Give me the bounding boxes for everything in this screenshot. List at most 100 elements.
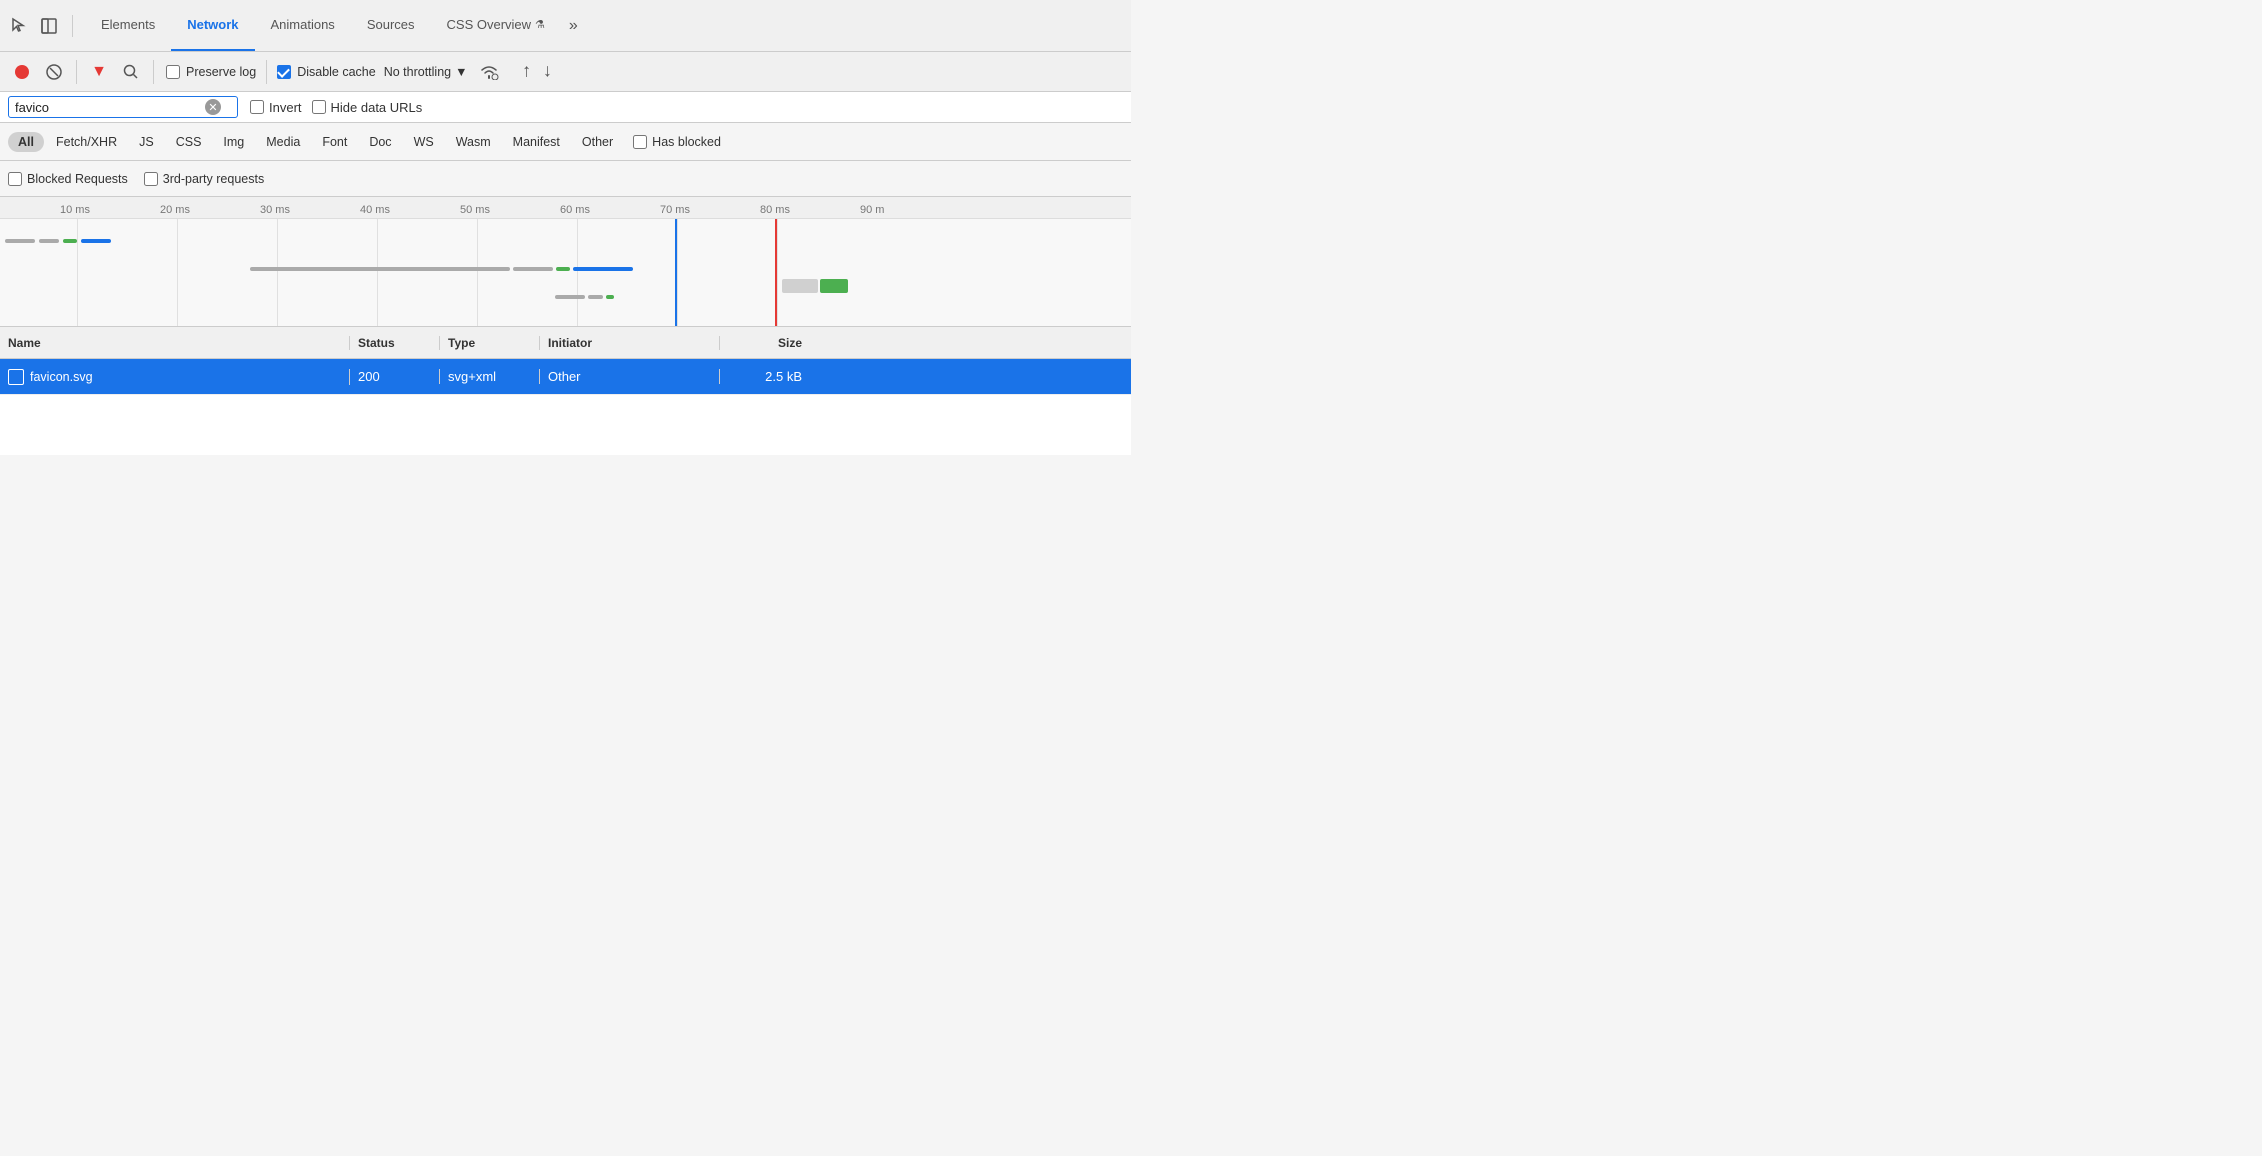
grid-line-1: [77, 219, 78, 327]
toolbar-divider-2: [153, 60, 154, 84]
tab-animations[interactable]: Animations: [255, 0, 351, 51]
preserve-log-checkbox[interactable]: [166, 65, 180, 79]
toolbar-divider-1: [76, 60, 77, 84]
network-table: Name Status Type Initiator Size favicon.…: [0, 327, 1131, 455]
type-btn-wasm[interactable]: Wasm: [446, 132, 501, 152]
wf-gray-3: [555, 295, 585, 299]
col-header-status[interactable]: Status: [350, 336, 440, 350]
blue-timeline-line: [675, 219, 677, 327]
more-tabs-button[interactable]: »: [561, 17, 586, 35]
import-button[interactable]: →: [514, 63, 535, 81]
row-type-cell: svg+xml: [440, 369, 540, 384]
wf-green-3: [606, 295, 614, 299]
third-party-option[interactable]: 3rd-party requests: [144, 172, 264, 186]
disable-cache-checkbox[interactable]: [277, 65, 291, 79]
type-btn-font[interactable]: Font: [312, 132, 357, 152]
waterfall-row-1: [0, 239, 111, 243]
tab-sources[interactable]: Sources: [351, 0, 431, 51]
search-icon: [123, 64, 139, 80]
tick-10ms: 10 ms: [60, 204, 90, 216]
tab-bar: Elements Network Animations Sources CSS …: [0, 0, 1131, 52]
clear-search-button[interactable]: ✕: [205, 99, 221, 115]
blocked-requests-option[interactable]: Blocked Requests: [8, 172, 128, 186]
wf-gray-3b: [588, 295, 603, 299]
type-btn-css[interactable]: CSS: [166, 132, 212, 152]
tab-network[interactable]: Network: [171, 0, 254, 51]
dock-icon[interactable]: [38, 15, 60, 37]
tick-90ms: 90 m: [860, 204, 884, 216]
col-header-size[interactable]: Size: [720, 336, 810, 350]
table-row[interactable]: favicon.svg 200 svg+xml Other 2.5 kB: [0, 359, 1131, 395]
wf-gray-long: [250, 267, 510, 271]
toolbar-divider-3: [266, 60, 267, 84]
empty-table-area: [0, 395, 1131, 455]
cursor-icon[interactable]: [8, 15, 30, 37]
tick-40ms: 40 ms: [360, 204, 390, 216]
waterfall-row-2: [250, 267, 633, 271]
tick-80ms: 80 ms: [760, 204, 790, 216]
blocked-requests-checkbox[interactable]: [8, 172, 22, 186]
filter-bar: ✕ Invert Hide data URLs: [0, 92, 1131, 123]
invert-option[interactable]: Invert: [250, 100, 302, 115]
timeline-ruler: 10 ms 20 ms 30 ms 40 ms 50 ms 60 ms 70 m…: [0, 197, 1131, 219]
row-filename: favicon.svg: [30, 370, 93, 384]
type-btn-other[interactable]: Other: [572, 132, 623, 152]
third-party-label: 3rd-party requests: [163, 172, 264, 186]
search-input[interactable]: [15, 100, 205, 115]
import-export-area: → →: [515, 61, 559, 82]
has-blocked-checkbox[interactable]: [633, 135, 647, 149]
grid-line-2: [177, 219, 178, 327]
wf-green-1: [63, 239, 77, 243]
row-checkbox[interactable]: [8, 369, 24, 385]
has-blocked-label[interactable]: Has blocked: [652, 135, 721, 149]
tab-elements[interactable]: Elements: [85, 0, 171, 51]
wf-gray-2b: [513, 267, 553, 271]
css-overview-icon: ⚗: [535, 18, 545, 31]
network-toolbar: ▼ Preserve log Disable cache No throttli…: [0, 52, 1131, 92]
row-size-cell: 2.5 kB: [720, 369, 810, 384]
col-header-initiator[interactable]: Initiator: [540, 336, 720, 350]
grid-line-3: [277, 219, 278, 327]
third-party-checkbox[interactable]: [144, 172, 158, 186]
wifi-settings-icon: [479, 64, 499, 80]
table-header: Name Status Type Initiator Size: [0, 327, 1131, 359]
red-timeline-line: [775, 219, 777, 327]
grid-line-4: [377, 219, 378, 327]
tab-list: Elements Network Animations Sources CSS …: [85, 0, 561, 51]
filter-button[interactable]: ▼: [85, 58, 113, 86]
clear-button[interactable]: [40, 58, 68, 86]
type-btn-media[interactable]: Media: [256, 132, 310, 152]
tab-css-overview[interactable]: CSS Overview ⚗: [431, 0, 561, 51]
export-button[interactable]: →: [540, 63, 561, 81]
filter-icon: ▼: [91, 63, 107, 81]
network-conditions-button[interactable]: [475, 58, 503, 86]
search-button[interactable]: [117, 58, 145, 86]
throttling-select[interactable]: No throttling ▼: [380, 63, 472, 81]
type-filter-bar: All Fetch/XHR JS CSS Img Media Font Doc …: [0, 123, 1131, 161]
disable-cache-label[interactable]: Disable cache: [297, 65, 376, 79]
record-dot: [15, 65, 29, 79]
hide-data-urls-checkbox[interactable]: [312, 100, 326, 114]
tick-20ms: 20 ms: [160, 204, 190, 216]
record-button[interactable]: [8, 58, 36, 86]
col-header-type[interactable]: Type: [440, 336, 540, 350]
disable-cache-area: Disable cache: [277, 65, 376, 79]
throttling-chevron: ▼: [455, 65, 467, 79]
type-btn-ws[interactable]: WS: [404, 132, 444, 152]
type-btn-manifest[interactable]: Manifest: [503, 132, 570, 152]
type-btn-js[interactable]: JS: [129, 132, 164, 152]
type-btn-fetch-xhr[interactable]: Fetch/XHR: [46, 132, 127, 152]
devtools-icons: [8, 15, 73, 37]
col-header-name[interactable]: Name: [0, 336, 350, 350]
preserve-log-label[interactable]: Preserve log: [186, 65, 256, 79]
clear-icon: [46, 64, 62, 80]
type-btn-all[interactable]: All: [8, 132, 44, 152]
tick-70ms: 70 ms: [660, 204, 690, 216]
tick-60ms: 60 ms: [560, 204, 590, 216]
hide-data-urls-option[interactable]: Hide data URLs: [312, 100, 423, 115]
type-btn-doc[interactable]: Doc: [359, 132, 401, 152]
invert-checkbox[interactable]: [250, 100, 264, 114]
tick-30ms: 30 ms: [260, 204, 290, 216]
grid-line-5: [477, 219, 478, 327]
type-btn-img[interactable]: Img: [213, 132, 254, 152]
